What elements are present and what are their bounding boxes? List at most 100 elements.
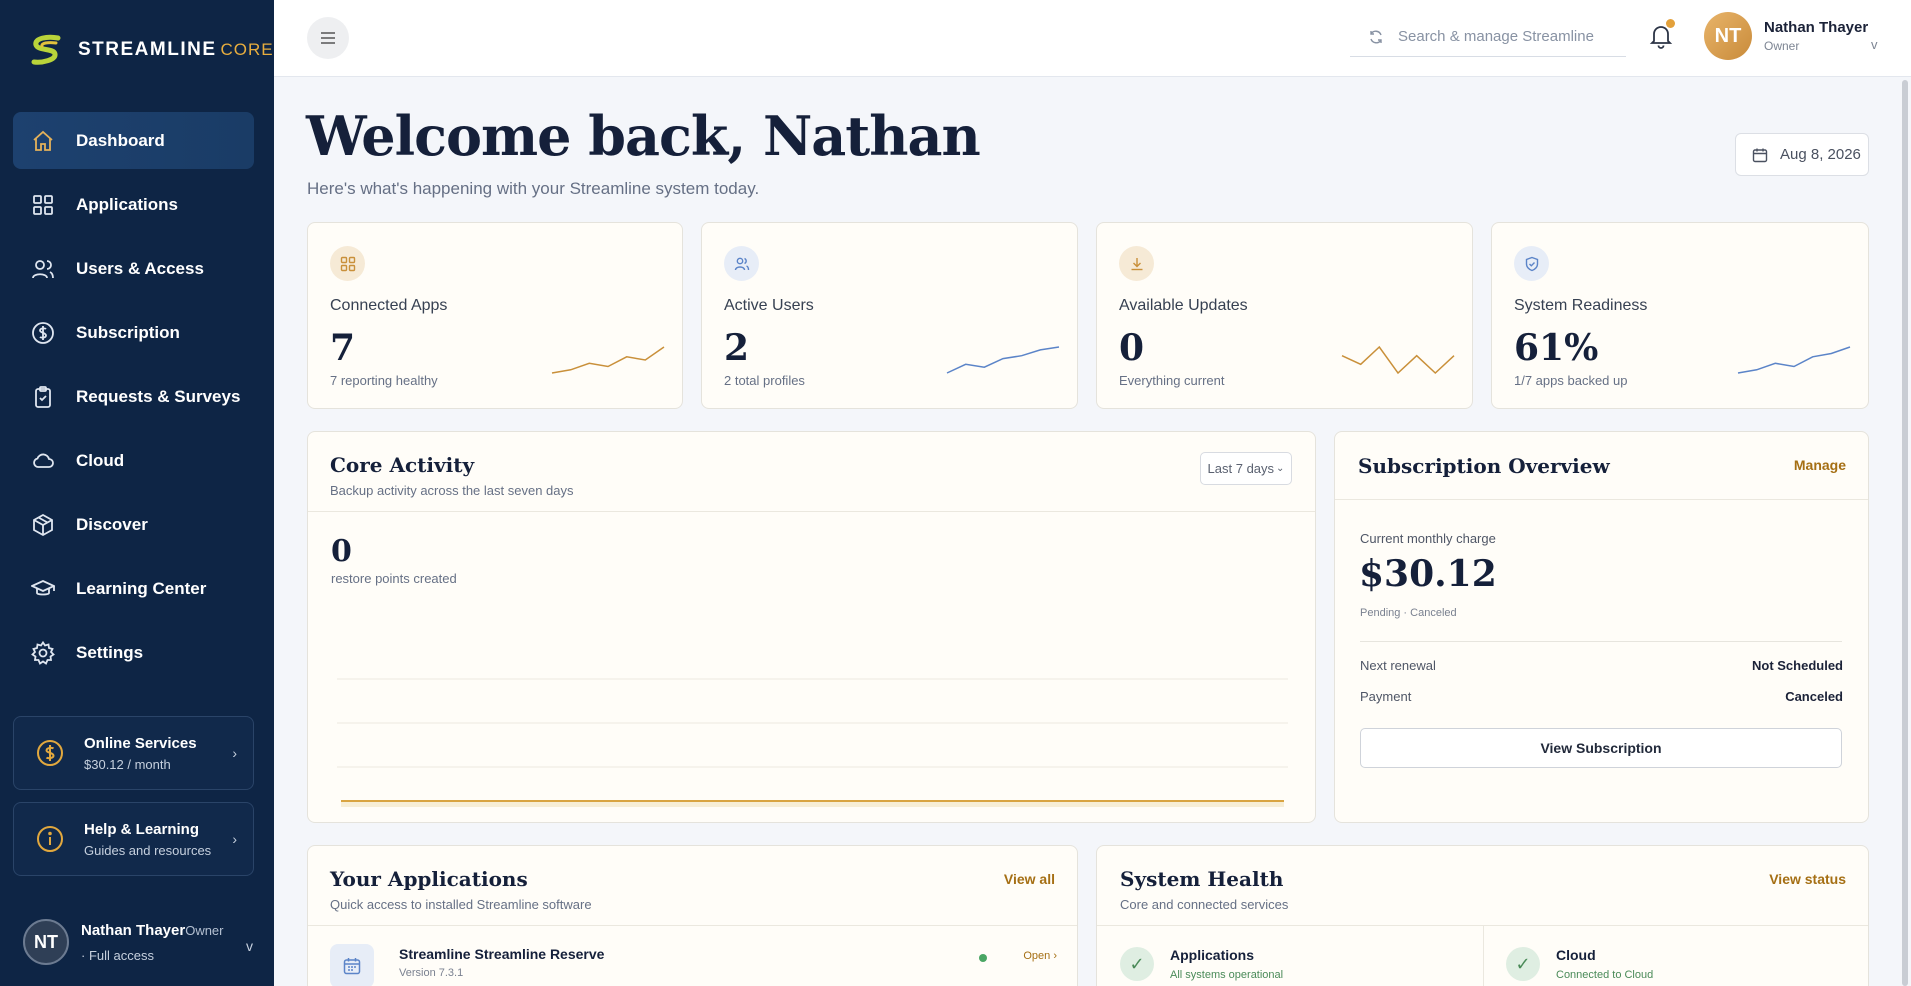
divider bbox=[308, 925, 1077, 926]
info-icon bbox=[37, 826, 63, 852]
stat-value: 0 bbox=[1119, 327, 1145, 369]
clipboard-icon bbox=[30, 384, 56, 410]
view-status-link[interactable]: View status bbox=[1769, 871, 1846, 887]
page-scrollbar[interactable] bbox=[1902, 80, 1908, 986]
renewal-label: Next renewal bbox=[1360, 658, 1436, 673]
health-name: Applications bbox=[1170, 947, 1255, 963]
panel-title: Your Applications bbox=[330, 867, 528, 891]
online-services-title: Online Services bbox=[84, 734, 197, 752]
sidebar-item-cloud[interactable]: Cloud bbox=[13, 432, 254, 489]
grid-icon bbox=[30, 192, 56, 218]
streamline-logo-icon bbox=[31, 34, 61, 65]
sidebar-item-label: Settings bbox=[76, 642, 144, 662]
avatar: NT bbox=[1704, 12, 1752, 60]
open-app-link[interactable]: Open › bbox=[1023, 950, 1057, 962]
stat-card-system-readiness[interactable]: System Readiness 61% 1/7 apps backed up bbox=[1491, 222, 1869, 409]
list-item[interactable]: Streamline Streamline Reserve Version 7.… bbox=[330, 944, 1057, 986]
payment-value: Canceled bbox=[1785, 689, 1843, 704]
sidebar-item-label: Discover bbox=[76, 514, 148, 534]
grid-icon bbox=[330, 246, 365, 281]
online-services-card[interactable]: Online Services $30.12 / month › bbox=[13, 716, 254, 790]
chevron-down-icon: v bbox=[246, 938, 253, 954]
panel-title: Subscription Overview bbox=[1358, 454, 1610, 478]
sidebar-item-requests-surveys[interactable]: Requests & Surveys bbox=[13, 368, 254, 425]
help-learning-title: Help & Learning bbox=[84, 820, 200, 838]
search-input[interactable]: Search & manage Streamline bbox=[1350, 17, 1626, 57]
view-subscription-button[interactable]: View Subscription bbox=[1360, 728, 1842, 768]
help-learning-card[interactable]: Help & Learning Guides and resources › bbox=[13, 802, 254, 876]
panel-title: Core Activity bbox=[330, 453, 475, 477]
sidebar-item-learning-center[interactable]: Learning Center bbox=[13, 560, 254, 617]
brand-logo[interactable]: STREAMLINE CORE bbox=[28, 32, 274, 68]
sidebar-item-users-access[interactable]: Users & Access bbox=[13, 240, 254, 297]
chevron-down-icon[interactable]: v bbox=[1871, 37, 1878, 52]
sidebar: STREAMLINE CORE Dashboard Applications Us… bbox=[0, 0, 274, 986]
health-item-cloud[interactable]: ✓ Cloud Connected to Cloud bbox=[1506, 947, 1653, 981]
avatar: NT bbox=[23, 919, 69, 965]
sidebar-nav: Dashboard Applications Users & Access Su… bbox=[13, 112, 254, 688]
users-icon bbox=[724, 246, 759, 281]
sparkline-chart bbox=[1341, 345, 1455, 375]
sparkline-chart bbox=[551, 346, 665, 374]
charge-label: Current monthly charge bbox=[1360, 531, 1496, 546]
page-title: Welcome back, Nathan bbox=[306, 104, 981, 168]
sidebar-item-settings[interactable]: Settings bbox=[13, 624, 254, 681]
user-name: Nathan Thayer bbox=[81, 921, 186, 939]
manage-link[interactable]: Manage bbox=[1794, 457, 1846, 473]
menu-toggle-button[interactable] bbox=[307, 17, 349, 59]
health-item-applications[interactable]: ✓ Applications All systems operational bbox=[1120, 947, 1283, 981]
hamburger-icon bbox=[321, 32, 335, 44]
applications-panel: Your Applications Quick access to instal… bbox=[307, 845, 1078, 986]
brand-name: STREAMLINE bbox=[78, 39, 217, 60]
box-icon bbox=[30, 512, 56, 538]
stat-sub: Everything current bbox=[1119, 373, 1225, 388]
sparkline-series bbox=[946, 346, 1060, 374]
user-menu[interactable]: NT Nathan Thayer Owner bbox=[1704, 12, 1868, 60]
sparkline-chart bbox=[1737, 346, 1851, 374]
stat-sub: 7 reporting healthy bbox=[330, 373, 438, 388]
stat-value: 7 bbox=[330, 327, 356, 369]
dollar-icon bbox=[30, 320, 56, 346]
divider bbox=[1360, 641, 1842, 642]
sidebar-user-menu[interactable]: NT Nathan ThayerOwner · Full access v bbox=[23, 918, 253, 966]
sparkline-chart bbox=[946, 346, 1060, 374]
stat-sub: 1/7 apps backed up bbox=[1514, 373, 1628, 388]
sparkline-series bbox=[1341, 345, 1455, 375]
brand-suffix: CORE bbox=[220, 40, 274, 59]
sidebar-item-applications[interactable]: Applications bbox=[13, 176, 254, 233]
view-all-link[interactable]: View all bbox=[1004, 871, 1055, 887]
panel-subtitle: Core and connected services bbox=[1120, 897, 1289, 912]
search-placeholder: Search & manage Streamline bbox=[1398, 28, 1594, 45]
sidebar-item-dashboard[interactable]: Dashboard bbox=[13, 112, 254, 169]
stat-card-available-updates[interactable]: Available Updates 0 Everything current bbox=[1096, 222, 1473, 409]
user-access: · Full access bbox=[81, 947, 154, 963]
home-icon bbox=[30, 128, 56, 154]
date-picker-button[interactable]: Aug 8, 2026 bbox=[1735, 133, 1869, 176]
health-status: All systems operational bbox=[1170, 969, 1284, 981]
activity-value-label: restore points created bbox=[331, 571, 457, 586]
subscription-status: Pending · Canceled bbox=[1360, 607, 1457, 619]
shield-check-icon bbox=[1514, 246, 1549, 281]
gear-icon bbox=[30, 640, 56, 666]
sidebar-item-label: Learning Center bbox=[76, 578, 207, 598]
user-role: Owner bbox=[1764, 39, 1800, 53]
panel-subtitle: Quick access to installed Streamline sof… bbox=[330, 897, 592, 912]
sidebar-item-label: Users & Access bbox=[76, 258, 204, 278]
dollar-icon bbox=[37, 740, 63, 766]
sidebar-item-discover[interactable]: Discover bbox=[13, 496, 254, 553]
stat-card-active-users[interactable]: Active Users 2 2 total profiles bbox=[701, 222, 1078, 409]
stat-sub: 2 total profiles bbox=[724, 373, 805, 388]
subscription-overview-panel: Subscription Overview Manage Current mon… bbox=[1334, 431, 1869, 823]
sidebar-item-subscription[interactable]: Subscription bbox=[13, 304, 254, 361]
range-select[interactable]: Last 7 days ⌄ bbox=[1200, 452, 1292, 485]
user-role: Owner bbox=[185, 922, 224, 938]
online-services-price: $30.12 / month bbox=[84, 756, 171, 772]
topbar: Search & manage Streamline NT Nathan Tha… bbox=[274, 0, 1911, 77]
help-learning-sub: Guides and resources bbox=[84, 842, 212, 858]
check-icon: ✓ bbox=[1120, 947, 1154, 981]
stat-label: Available Updates bbox=[1119, 297, 1248, 314]
page-subtitle: Here's what's happening with your Stream… bbox=[307, 179, 760, 198]
notification-badge bbox=[1666, 19, 1675, 28]
stat-card-connected-apps[interactable]: Connected Apps 7 7 reporting healthy bbox=[307, 222, 683, 409]
payment-label: Payment bbox=[1360, 689, 1412, 704]
